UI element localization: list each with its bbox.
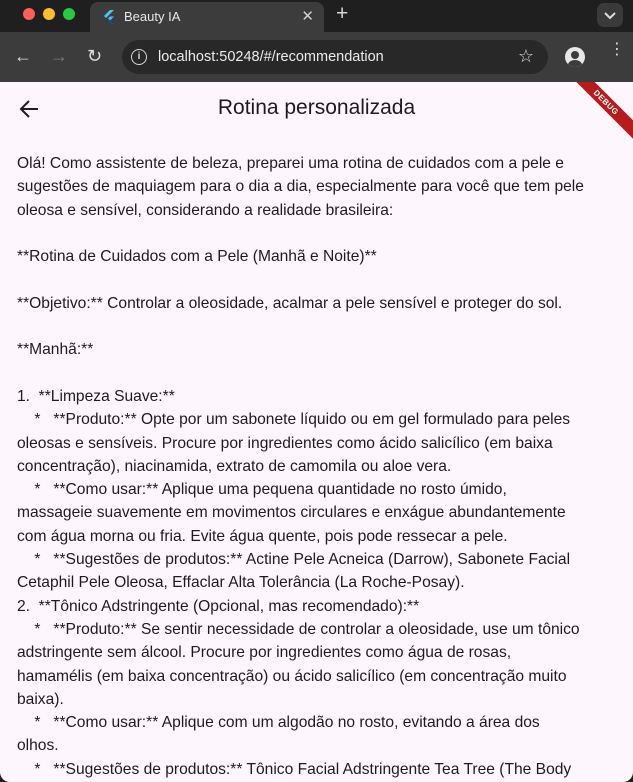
text-line: Olá! Como assistente de beleza, preparei… xyxy=(17,155,564,172)
text-line: * **Produto:** Opte por um sabonete líqu… xyxy=(17,411,571,429)
text-line: hamamélis (em baixa concentração) ou áci… xyxy=(17,667,567,685)
text-line: olhos. xyxy=(17,737,59,755)
bookmark-star-icon[interactable]: ☆ xyxy=(518,46,534,67)
text-line: * **Como usar:** Aplique com um algodão … xyxy=(17,714,540,732)
text-line: * **Produto:** Se sentir necessidade de … xyxy=(17,620,580,638)
text-line: 1. **Limpeza Suave:** xyxy=(17,387,175,405)
back-nav-button[interactable]: ← xyxy=(14,46,32,67)
text-line: oleosa e sensível, considerando a realid… xyxy=(17,201,394,219)
text-line xyxy=(17,222,621,245)
minimize-window-button[interactable] xyxy=(43,8,55,20)
reload-button[interactable]: ↻ xyxy=(87,46,102,67)
text-line: 2. **Tônico Adstringente (Opcional, mas … xyxy=(17,597,420,615)
tab-title: Beauty IA xyxy=(124,9,181,24)
text-line: **Manhã:** xyxy=(17,341,94,359)
text-line: Cetaphil Pele Oleosa, Effaclar Alta Tole… xyxy=(17,574,465,592)
page-title: Rotina personalizada xyxy=(217,96,416,119)
text-line: sugestões de maquiagem para o dia a dia,… xyxy=(17,178,584,196)
text-line: adstringente sem álcool. Procure por ing… xyxy=(17,644,512,662)
close-tab-icon[interactable]: ✕ xyxy=(301,7,314,25)
text-line: * **Como usar:** Aplique uma pequena qua… xyxy=(17,481,507,499)
browser-menu-icon[interactable]: ⋮ xyxy=(609,42,625,58)
app-viewport: Rotina personalizada DEBUG Olá! Como ass… xyxy=(0,82,633,782)
forward-nav-button[interactable]: → xyxy=(50,46,68,67)
url-text[interactable]: localhost:50248/#/recommendation xyxy=(158,49,384,65)
chevron-down-icon xyxy=(604,12,616,20)
text-line: com água morna ou fria. Evite água quent… xyxy=(17,527,508,545)
tab-search-button[interactable] xyxy=(597,3,623,27)
text-line: **Objetivo:** Controlar a oleosidade, ac… xyxy=(17,294,563,312)
site-info-icon[interactable]: i xyxy=(131,49,147,65)
profile-avatar-icon[interactable] xyxy=(565,47,585,67)
app-bar: Rotina personalizada xyxy=(0,82,633,136)
new-tab-button[interactable]: + xyxy=(336,2,348,26)
close-window-button[interactable] xyxy=(23,8,35,20)
text-line xyxy=(17,315,621,338)
browser-toolbar: ← → ↻ i localhost:50248/#/recommendation… xyxy=(0,32,633,82)
text-line: baixa). xyxy=(17,690,64,708)
text-line xyxy=(17,362,621,385)
maximize-window-button[interactable] xyxy=(63,8,75,20)
recommendation-text: Olá! Como assistente de beleza, preparei… xyxy=(17,152,621,781)
text-line: concentração), niacinamida, extrato de c… xyxy=(17,457,452,475)
address-bar[interactable]: i localhost:50248/#/recommendation ☆ xyxy=(122,40,548,74)
text-line: * **Sugestões de produtos:** Tônico Faci… xyxy=(17,760,572,778)
text-line xyxy=(17,268,621,291)
text-line: massageie suavemente em movimentos circu… xyxy=(17,504,566,522)
text-line: oleosas e sensíveis. Procure por ingredi… xyxy=(17,434,553,452)
text-line: * **Sugestões de produtos:** Actine Pele… xyxy=(17,551,571,569)
browser-tab[interactable]: Beauty IA ✕ xyxy=(90,2,324,32)
flutter-icon xyxy=(104,10,114,24)
browser-tab-strip: Beauty IA ✕ + xyxy=(0,0,633,32)
text-line: **Rotina de Cuidados com a Pele (Manhã e… xyxy=(17,248,377,266)
